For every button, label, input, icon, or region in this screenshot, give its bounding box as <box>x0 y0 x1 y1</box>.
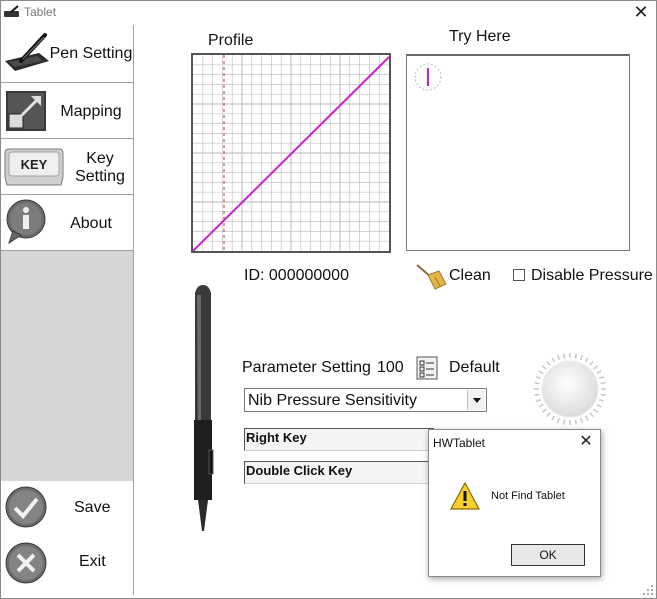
default-button[interactable]: Default <box>449 359 500 377</box>
sidebar-empty-panel <box>1 251 134 481</box>
dial-tick <box>563 353 566 359</box>
sidebar-item-label: About <box>70 215 112 232</box>
dial-tick <box>556 417 561 424</box>
dial-tick <box>574 353 577 359</box>
pressure-profile-graph[interactable] <box>191 53 391 253</box>
dial-tick <box>534 393 540 396</box>
sidebar: Pen Setting Mapping KEY Key Setting Abou… <box>1 25 134 595</box>
dial-tick <box>589 360 594 366</box>
dial-tick <box>574 419 577 425</box>
mapping-arrow-icon <box>6 91 46 131</box>
hwtablet-dialog: HWTablet ✕ Not Find Tablet OK <box>428 429 601 577</box>
dial-tick <box>535 398 542 403</box>
key-cap-label: KEY <box>21 157 48 172</box>
dial-tick <box>546 412 551 418</box>
parameter-setting-label: Parameter Setting <box>242 359 371 376</box>
sidebar-item-label: Pen Setting <box>49 45 133 62</box>
double-click-key-field[interactable]: Double Click Key <box>244 461 434 484</box>
close-circle-icon <box>5 542 47 584</box>
save-button[interactable]: Save <box>1 481 133 537</box>
sidebar-item-key-setting[interactable]: KEY Key Setting <box>1 139 134 195</box>
try-here-canvas[interactable] <box>406 54 630 251</box>
parameter-value: 100 <box>377 359 404 376</box>
dropdown-selected-value: Nib Pressure Sensitivity <box>248 392 417 409</box>
profile-label: Profile <box>208 32 254 49</box>
window-title: Tablet <box>24 5 57 19</box>
warning-icon <box>449 481 481 510</box>
parameter-dial[interactable] <box>532 351 608 427</box>
double-click-key-label: Double Click Key <box>246 463 353 478</box>
resize-grip-icon[interactable] <box>639 581 655 597</box>
dial-tick <box>541 408 547 413</box>
dial-tick <box>593 365 599 370</box>
save-label: Save <box>74 499 111 516</box>
dial-tick <box>541 365 547 370</box>
dial-tick <box>579 417 584 424</box>
sidebar-item-label: Key Setting <box>75 150 125 185</box>
clean-label: Clean <box>449 267 491 284</box>
dial-tick <box>551 357 556 363</box>
pressure-marker-icon <box>414 63 442 91</box>
right-key-label: Right Key <box>246 430 307 445</box>
sidebar-item-label: Mapping <box>60 103 122 120</box>
exit-label: Exit <box>79 553 106 570</box>
dial-tick <box>596 370 602 375</box>
dropdown-toggle[interactable] <box>467 390 485 410</box>
ok-button[interactable]: OK <box>511 544 585 566</box>
tablet-pen-icon <box>5 33 49 71</box>
window-close-button[interactable]: ✕ <box>630 2 652 24</box>
dial-tick <box>600 382 606 385</box>
dialog-message: Not Find Tablet <box>491 490 565 502</box>
keyboard-key-icon: KEY <box>4 148 64 186</box>
broom-icon <box>416 264 447 290</box>
dialog-title: HWTablet <box>433 436 486 450</box>
parameter-dropdown[interactable]: Nib Pressure Sensitivity <box>244 388 487 412</box>
disable-pressure-label: Disable Pressure <box>531 267 653 284</box>
exit-button[interactable]: Exit <box>1 537 133 593</box>
right-key-field[interactable]: Right Key <box>244 428 434 451</box>
dial-tick <box>584 357 589 363</box>
checkmark-icon <box>5 486 47 528</box>
dial-tick <box>538 403 544 408</box>
dial-tick <box>598 375 605 380</box>
checklist-icon <box>416 356 438 380</box>
info-icon <box>6 199 46 245</box>
sidebar-item-pen-setting[interactable]: Pen Setting <box>1 25 134 83</box>
dialog-close-button[interactable]: ✕ <box>575 432 597 452</box>
dial-tick <box>598 398 605 403</box>
dial-tick <box>600 393 606 396</box>
dial-tick <box>563 419 566 425</box>
try-here-label: Try Here <box>449 28 511 45</box>
dial-tick <box>579 354 584 361</box>
pen-image <box>194 285 214 531</box>
dial-tick <box>551 415 556 421</box>
dial-tick <box>538 370 544 375</box>
device-id: ID: 000000000 <box>244 267 349 284</box>
dial-tick <box>596 403 602 408</box>
sidebar-actions: Save Exit <box>1 481 134 595</box>
profile-grid <box>192 55 390 252</box>
dial-tick <box>534 382 540 385</box>
dial-tick <box>535 375 542 380</box>
tablet-window: Tablet ✕ Pen Setting Mapping KEY Key Set… <box>0 0 657 599</box>
disable-pressure-checkbox[interactable] <box>513 269 525 281</box>
dial-tick <box>556 354 561 361</box>
chevron-down-icon <box>473 398 481 403</box>
sidebar-item-mapping[interactable]: Mapping <box>1 83 134 139</box>
tablet-app-icon <box>4 5 19 17</box>
dial-tick <box>589 412 594 418</box>
sidebar-item-about[interactable]: About <box>1 195 134 251</box>
title-bar: Tablet ✕ <box>1 1 656 25</box>
clean-button[interactable]: Clean <box>415 261 495 290</box>
dial-tick <box>546 360 551 366</box>
dial-tick <box>584 415 589 421</box>
dial-tick <box>593 408 599 413</box>
